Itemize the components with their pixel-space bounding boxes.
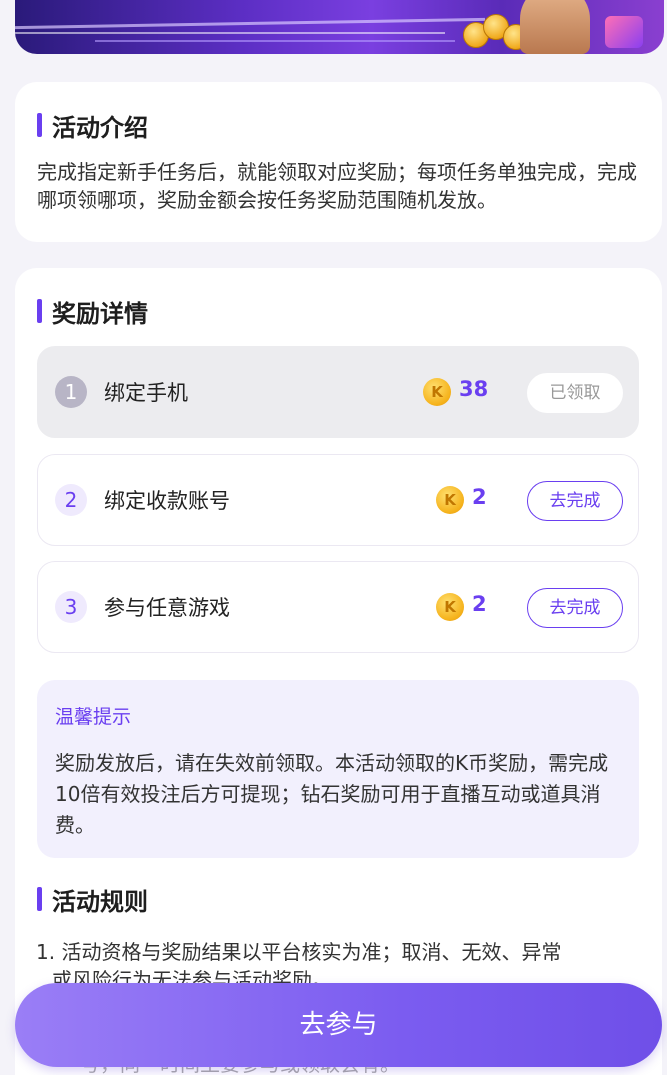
join-button[interactable]: 去参与 xyxy=(15,983,662,1067)
title-accent-bar xyxy=(37,299,42,323)
gift-box-icon xyxy=(605,16,643,48)
k-coin-icon: K xyxy=(436,486,464,514)
promo-banner xyxy=(15,0,664,54)
task-reward-amount: 2 xyxy=(472,485,487,509)
banner-light-stripe xyxy=(15,32,445,34)
intro-title-text: 活动介绍 xyxy=(52,113,148,142)
task-reward-amount: 38 xyxy=(459,377,489,401)
k-coin-icon: K xyxy=(436,593,464,621)
warm-tips-box: 温馨提示 奖励发放后，请在失效前领取。本活动领取的K币奖励，需完成10倍有效投注… xyxy=(37,680,639,858)
task-reward-amount: 2 xyxy=(472,592,487,616)
rewards-title-text: 奖励详情 xyxy=(52,299,148,328)
banner-light-stripe xyxy=(15,17,485,30)
task-row-bind-payment-account: 2 绑定收款账号 K 2 去完成 xyxy=(37,454,639,546)
rules-section-title: 活动规则 xyxy=(37,884,148,916)
task-row-bind-phone: 1 绑定手机 K 38 已领取 xyxy=(37,346,639,438)
tips-title: 温馨提示 xyxy=(55,706,132,728)
intro-card: 活动介绍 完成指定新手任务后，就能领取对应奖励；每项任务单独完成，完成哪项领哪项… xyxy=(15,82,662,242)
intro-section-title: 活动介绍 xyxy=(37,110,148,142)
rewards-section-title: 奖励详情 xyxy=(37,296,148,328)
rules-title-text: 活动规则 xyxy=(52,887,148,916)
task-number-badge: 1 xyxy=(55,376,87,408)
rule-item: 1. 活动资格与奖励结果以平台核实为准；取消、无效、异常 xyxy=(36,940,562,964)
intro-description: 完成指定新手任务后，就能领取对应奖励；每项任务单独完成，完成哪项领哪项，奖励金额… xyxy=(37,160,637,212)
host-figure-image xyxy=(520,0,590,54)
banner-light-stripe xyxy=(95,40,455,42)
task-name: 参与任意游戏 xyxy=(104,596,230,620)
k-coin-icon: K xyxy=(423,378,451,406)
tips-body: 奖励发放后，请在失效前领取。本活动领取的K币奖励，需完成10倍有效投注后方可提现… xyxy=(55,751,609,837)
task-name: 绑定手机 xyxy=(104,381,188,405)
title-accent-bar xyxy=(37,113,42,137)
task-row-play-any-game: 3 参与任意游戏 K 2 去完成 xyxy=(37,561,639,653)
go-complete-button[interactable]: 去完成 xyxy=(527,588,623,628)
task-number-badge: 2 xyxy=(55,484,87,516)
go-complete-button[interactable]: 去完成 xyxy=(527,481,623,521)
title-accent-bar xyxy=(37,887,42,911)
claimed-status-button: 已领取 xyxy=(527,373,623,413)
task-name: 绑定收款账号 xyxy=(104,489,230,513)
task-number-badge: 3 xyxy=(55,591,87,623)
